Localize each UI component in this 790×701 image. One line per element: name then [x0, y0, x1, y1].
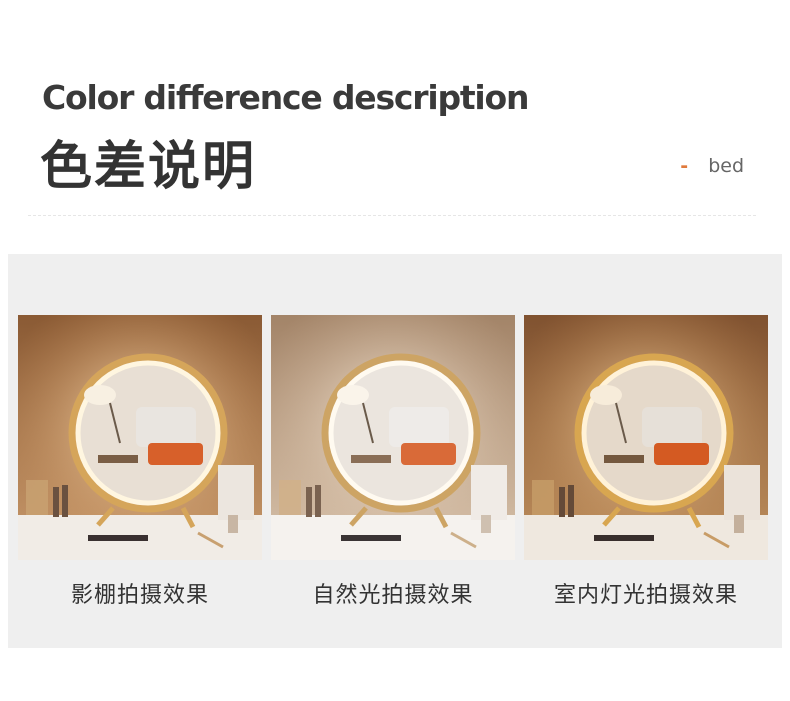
- tag-dash: -: [680, 155, 689, 177]
- title-english: Color difference description: [42, 78, 530, 117]
- caption-studio: 影棚拍摄效果: [70, 583, 209, 608]
- caption-natural: 自然光拍摄效果: [312, 583, 474, 608]
- product-photo-indoor: [524, 315, 768, 560]
- header-divider: [28, 215, 756, 216]
- comparison-panel: 影棚拍摄效果 自然光拍摄效果 室内灯光拍摄效果: [8, 254, 782, 648]
- tag-label: bed: [708, 155, 744, 177]
- product-photo-natural: [271, 315, 515, 560]
- category-tag: - bed: [680, 155, 744, 177]
- caption-indoor: 室内灯光拍摄效果: [553, 583, 738, 608]
- photo-card-indoor: 室内灯光拍摄效果: [524, 315, 768, 609]
- title-chinese: 色差说明: [40, 137, 257, 197]
- photo-card-studio: 影棚拍摄效果: [18, 315, 262, 609]
- photo-card-natural: 自然光拍摄效果: [271, 315, 515, 609]
- product-photo-studio: [18, 315, 262, 560]
